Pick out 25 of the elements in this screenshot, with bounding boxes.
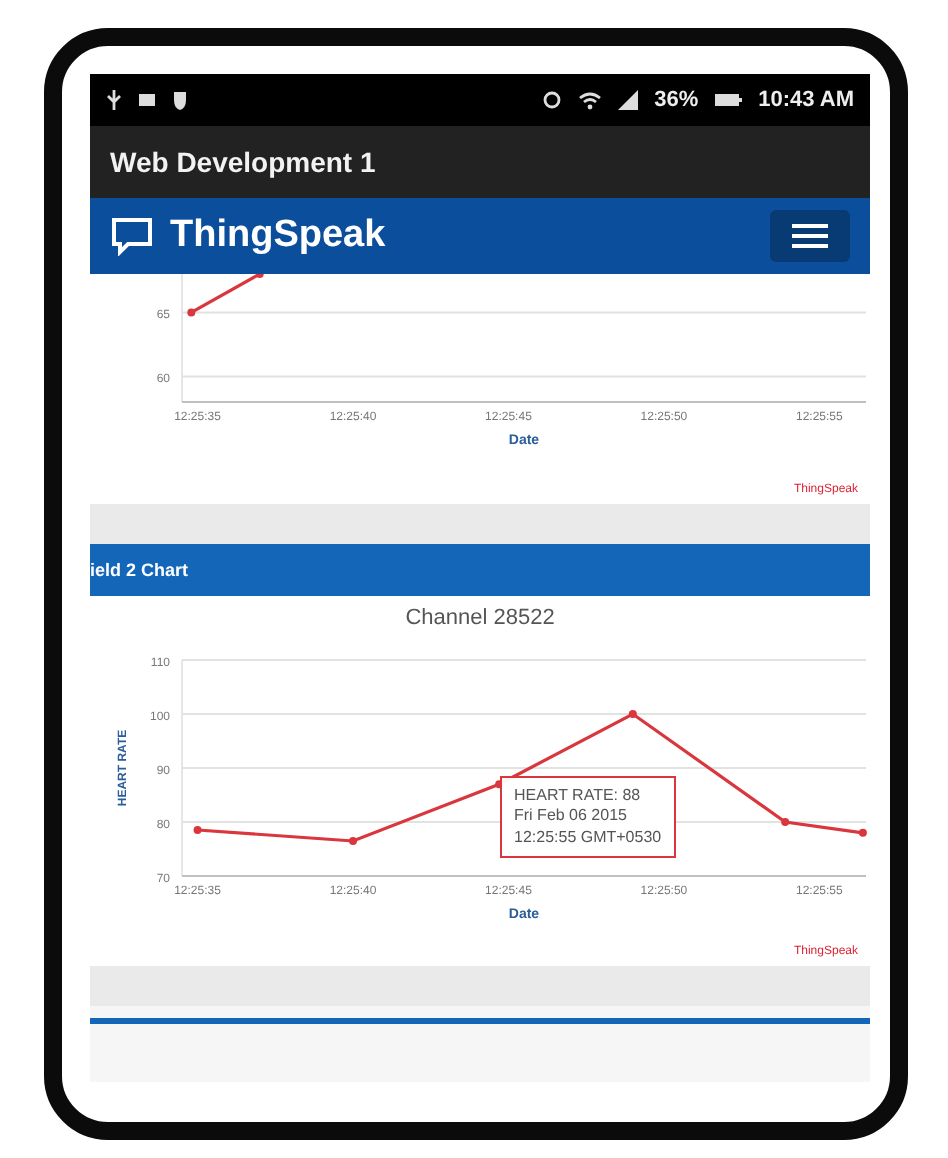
menu-icon [792,224,828,248]
chart-title: Channel 28522 [405,606,555,630]
wifi-icon [578,90,603,110]
point [858,828,867,837]
tooltip-text: HEART RATE: 88 [514,786,643,807]
data-line [187,274,264,317]
section-title: ield 2 Chart [90,560,189,580]
point [349,836,357,845]
signal-icon [618,90,639,110]
tooltip-text: Fri Feb 06 2015 [514,806,629,828]
menu-button[interactable] [770,210,850,262]
point [193,826,202,835]
point [781,818,790,826]
tooltip-text: 12:25:55 GMT+0530 [514,827,662,849]
speech-bubble-icon [110,216,154,256]
usb-icon [106,90,122,110]
clock-time: 10:43 AM [758,88,854,112]
sync-icon [542,90,563,110]
brand-title: ThingSpeak [170,214,388,258]
battery-percent: 36% [654,88,699,112]
point [628,710,637,718]
battery-icon [714,90,743,110]
app-title: Web Development 1 [110,146,376,178]
image-icon [138,90,156,110]
shield-icon [172,90,188,110]
